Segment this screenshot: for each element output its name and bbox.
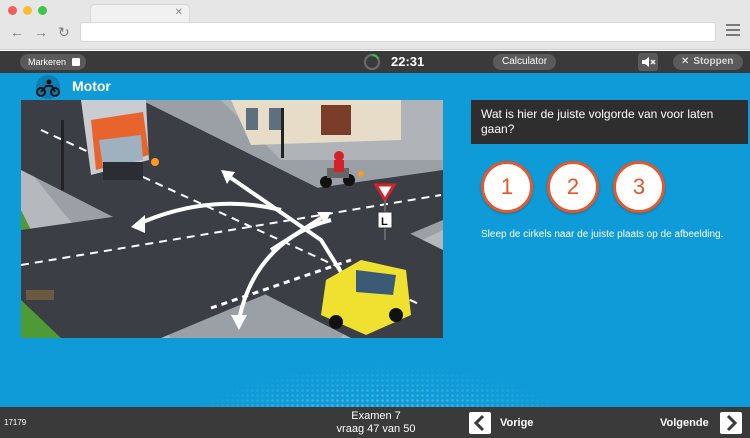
forward-arrow-icon[interactable]: →	[34, 25, 48, 39]
draggable-circle-2[interactable]: 2	[547, 161, 599, 213]
question-id: 17179	[4, 418, 27, 427]
draggable-circle-3[interactable]: 3	[613, 161, 665, 213]
maximize-window-button[interactable]	[38, 6, 47, 15]
mark-button-label: Markeren	[28, 57, 67, 67]
stop-button[interactable]: ✕ Stoppen	[673, 54, 744, 70]
decorative-dot-pattern	[170, 363, 590, 407]
chevron-left-icon	[473, 414, 485, 432]
question-area: Motor L Wat is hier de juiste volgorde v…	[0, 73, 750, 407]
previous-label[interactable]: Vorige	[500, 417, 533, 429]
intersection-scene[interactable]: L	[21, 100, 443, 338]
next-button[interactable]	[720, 412, 742, 434]
back-arrow-icon[interactable]: ←	[10, 25, 24, 39]
instruction-text: Sleep de cirkels naar de juiste plaats o…	[481, 229, 724, 240]
close-icon: ✕	[681, 56, 690, 67]
stop-button-label: Stoppen	[693, 56, 734, 67]
close-window-button[interactable]	[8, 6, 17, 15]
draggable-circle-1[interactable]: 1	[481, 161, 533, 213]
tab-close-icon[interactable]: ✕	[175, 7, 183, 18]
timer-display: 22:31	[391, 54, 425, 69]
browser-nav: ← → ↻	[10, 25, 70, 39]
address-bar[interactable]	[80, 22, 716, 42]
calculator-button[interactable]: Calculator	[493, 54, 557, 70]
mark-checkbox[interactable]	[72, 58, 81, 66]
svg-text:L: L	[381, 216, 388, 228]
speaker-mute-icon[interactable]	[638, 53, 658, 71]
exam-toolbar: Markeren 22:31 Calculator ✕ Stoppen	[0, 51, 750, 73]
window-controls	[8, 6, 47, 15]
hamburger-menu-icon[interactable]	[726, 24, 740, 36]
mark-button[interactable]: Markeren	[20, 54, 87, 70]
question-progress: vraag 47 van 50	[336, 423, 416, 435]
browser-chrome: ✕ ← → ↻	[0, 0, 750, 50]
exam-progress: Examen 7 vraag 47 van 50	[320, 410, 432, 436]
timer-icon	[363, 53, 381, 71]
motorcycle-icon	[36, 75, 60, 99]
minimize-window-button[interactable]	[23, 6, 32, 15]
exam-footer: 17179 Examen 7 vraag 47 van 50 Vorige Vo…	[0, 407, 750, 438]
chevron-right-icon	[726, 414, 738, 432]
question-text: Wat is hier de juiste volgorde van voor …	[471, 100, 748, 144]
next-label[interactable]: Volgende	[660, 417, 709, 429]
exam-title: Examen 7	[351, 410, 401, 422]
previous-button[interactable]	[469, 412, 491, 434]
browser-tab[interactable]: ✕	[90, 4, 190, 22]
reload-icon[interactable]: ↻	[58, 25, 70, 39]
category-title: Motor	[72, 78, 111, 94]
